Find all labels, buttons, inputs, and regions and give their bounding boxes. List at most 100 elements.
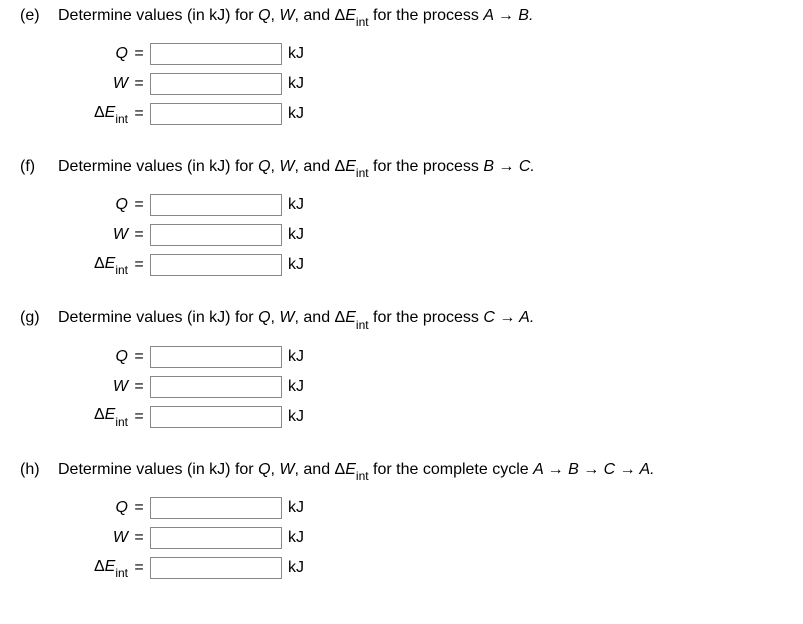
input-rows: Q=kJW=kJΔEint=kJ [20,344,783,430]
variable-label: W [58,378,128,396]
answer-input[interactable] [150,346,282,368]
equals-sign: = [128,226,150,244]
input-row: ΔEint= kJ [58,101,783,127]
process-text: B → C. [483,158,535,175]
unit-label: kJ [288,75,304,93]
variable-label: Q [58,45,128,63]
input-row: Q= kJ [58,41,783,67]
answer-input[interactable] [150,527,282,549]
var-w: W [279,158,294,175]
answer-input[interactable] [150,497,282,519]
var-q: Q [258,7,270,24]
question-header: (g)Determine values (in kJ) for Q, W, an… [20,306,783,331]
var-w: W [279,309,294,326]
input-row: ΔEint= kJ [58,404,783,430]
equals-sign: = [128,45,150,63]
process-text: C → A. [483,309,534,326]
answer-input[interactable] [150,376,282,398]
answer-input[interactable] [150,73,282,95]
question-header: (h)Determine values (in kJ) for Q, W, an… [20,458,783,483]
equals-sign: = [128,348,150,366]
input-rows: Q=kJW=kJΔEint=kJ [20,41,783,127]
question-label: (f) [20,158,58,176]
question-text: Determine values (in kJ) for Q, W, and Δ… [58,306,534,331]
and-separator: , and [295,461,335,478]
answer-input[interactable] [150,103,282,125]
question-text: Determine values (in kJ) for Q, W, and Δ… [58,155,535,180]
question-block: (e)Determine values (in kJ) for Q, W, an… [20,4,783,127]
input-row: W=kJ [58,71,783,97]
question-header: (f)Determine values (in kJ) for Q, W, an… [20,155,783,180]
variable-label: Q [58,196,128,214]
answer-input[interactable] [150,43,282,65]
variable-label: ΔEint [58,558,128,578]
equals-sign: = [128,499,150,517]
delta-e-int-symbol: ΔEint [335,158,369,175]
delta-e-int-symbol: ΔEint [94,558,128,575]
variable-label: W [58,226,128,244]
equals-sign: = [128,378,150,396]
question-text-suffix: for the process [369,158,484,175]
unit-label: kJ [288,559,304,577]
input-row: Q= kJ [58,344,783,370]
answer-input[interactable] [150,557,282,579]
input-row: ΔEint= kJ [58,252,783,278]
answer-input[interactable] [150,254,282,276]
question-text-suffix: for the process [369,309,484,326]
delta-e-int-symbol: ΔEint [94,255,128,272]
variable-label: Q [58,348,128,366]
unit-label: kJ [288,529,304,547]
question-text-prefix: Determine values (in kJ) for [58,309,258,326]
question-header: (e)Determine values (in kJ) for Q, W, an… [20,4,783,29]
question-text-prefix: Determine values (in kJ) for [58,158,258,175]
unit-label: kJ [288,256,304,274]
unit-label: kJ [288,408,304,426]
unit-label: kJ [288,196,304,214]
question-block: (g)Determine values (in kJ) for Q, W, an… [20,306,783,429]
var-q: Q [258,158,270,175]
answer-input[interactable] [150,406,282,428]
var-q: Q [258,309,270,326]
input-rows: Q=kJW=kJΔEint=kJ [20,192,783,278]
equals-sign: = [128,408,150,426]
question-block: (h)Determine values (in kJ) for Q, W, an… [20,458,783,581]
input-row: W= kJ [58,374,783,400]
equals-sign: = [128,75,150,93]
delta-e-int-symbol: ΔEint [335,461,369,478]
unit-label: kJ [288,45,304,63]
question-block: (f)Determine values (in kJ) for Q, W, an… [20,155,783,278]
variable-label: ΔEint [58,255,128,275]
question-text: Determine values (in kJ) for Q, W, and Δ… [58,458,655,483]
delta-e-int-symbol: ΔEint [335,309,369,326]
and-separator: , and [295,7,335,24]
unit-label: kJ [288,378,304,396]
input-row: Q= kJ [58,192,783,218]
question-label: (h) [20,461,58,479]
equals-sign: = [128,256,150,274]
question-label: (e) [20,7,58,25]
input-rows: Q=kJW=kJΔEint=kJ [20,495,783,581]
variable-label: W [58,529,128,547]
equals-sign: = [128,105,150,123]
var-w: W [279,461,294,478]
unit-label: kJ [288,105,304,123]
question-text: Determine values (in kJ) for Q, W, and Δ… [58,4,533,29]
delta-e-int-symbol: ΔEint [335,7,369,24]
delta-e-int-symbol: ΔEint [94,406,128,423]
variable-label: ΔEint [58,104,128,124]
and-separator: , and [295,309,335,326]
equals-sign: = [128,196,150,214]
var-w: W [279,7,294,24]
unit-label: kJ [288,348,304,366]
variable-label: Q [58,499,128,517]
delta-e-int-symbol: ΔEint [94,104,128,121]
question-text-suffix: for the complete cycle [369,461,534,478]
answer-input[interactable] [150,224,282,246]
question-text-suffix: for the process [369,7,484,24]
input-row: W=kJ [58,222,783,248]
process-text: A → B. [483,7,533,24]
answer-input[interactable] [150,194,282,216]
process-text: A → B → C → A. [533,461,655,478]
input-row: ΔEint=kJ [58,555,783,581]
input-row: W=kJ [58,525,783,551]
